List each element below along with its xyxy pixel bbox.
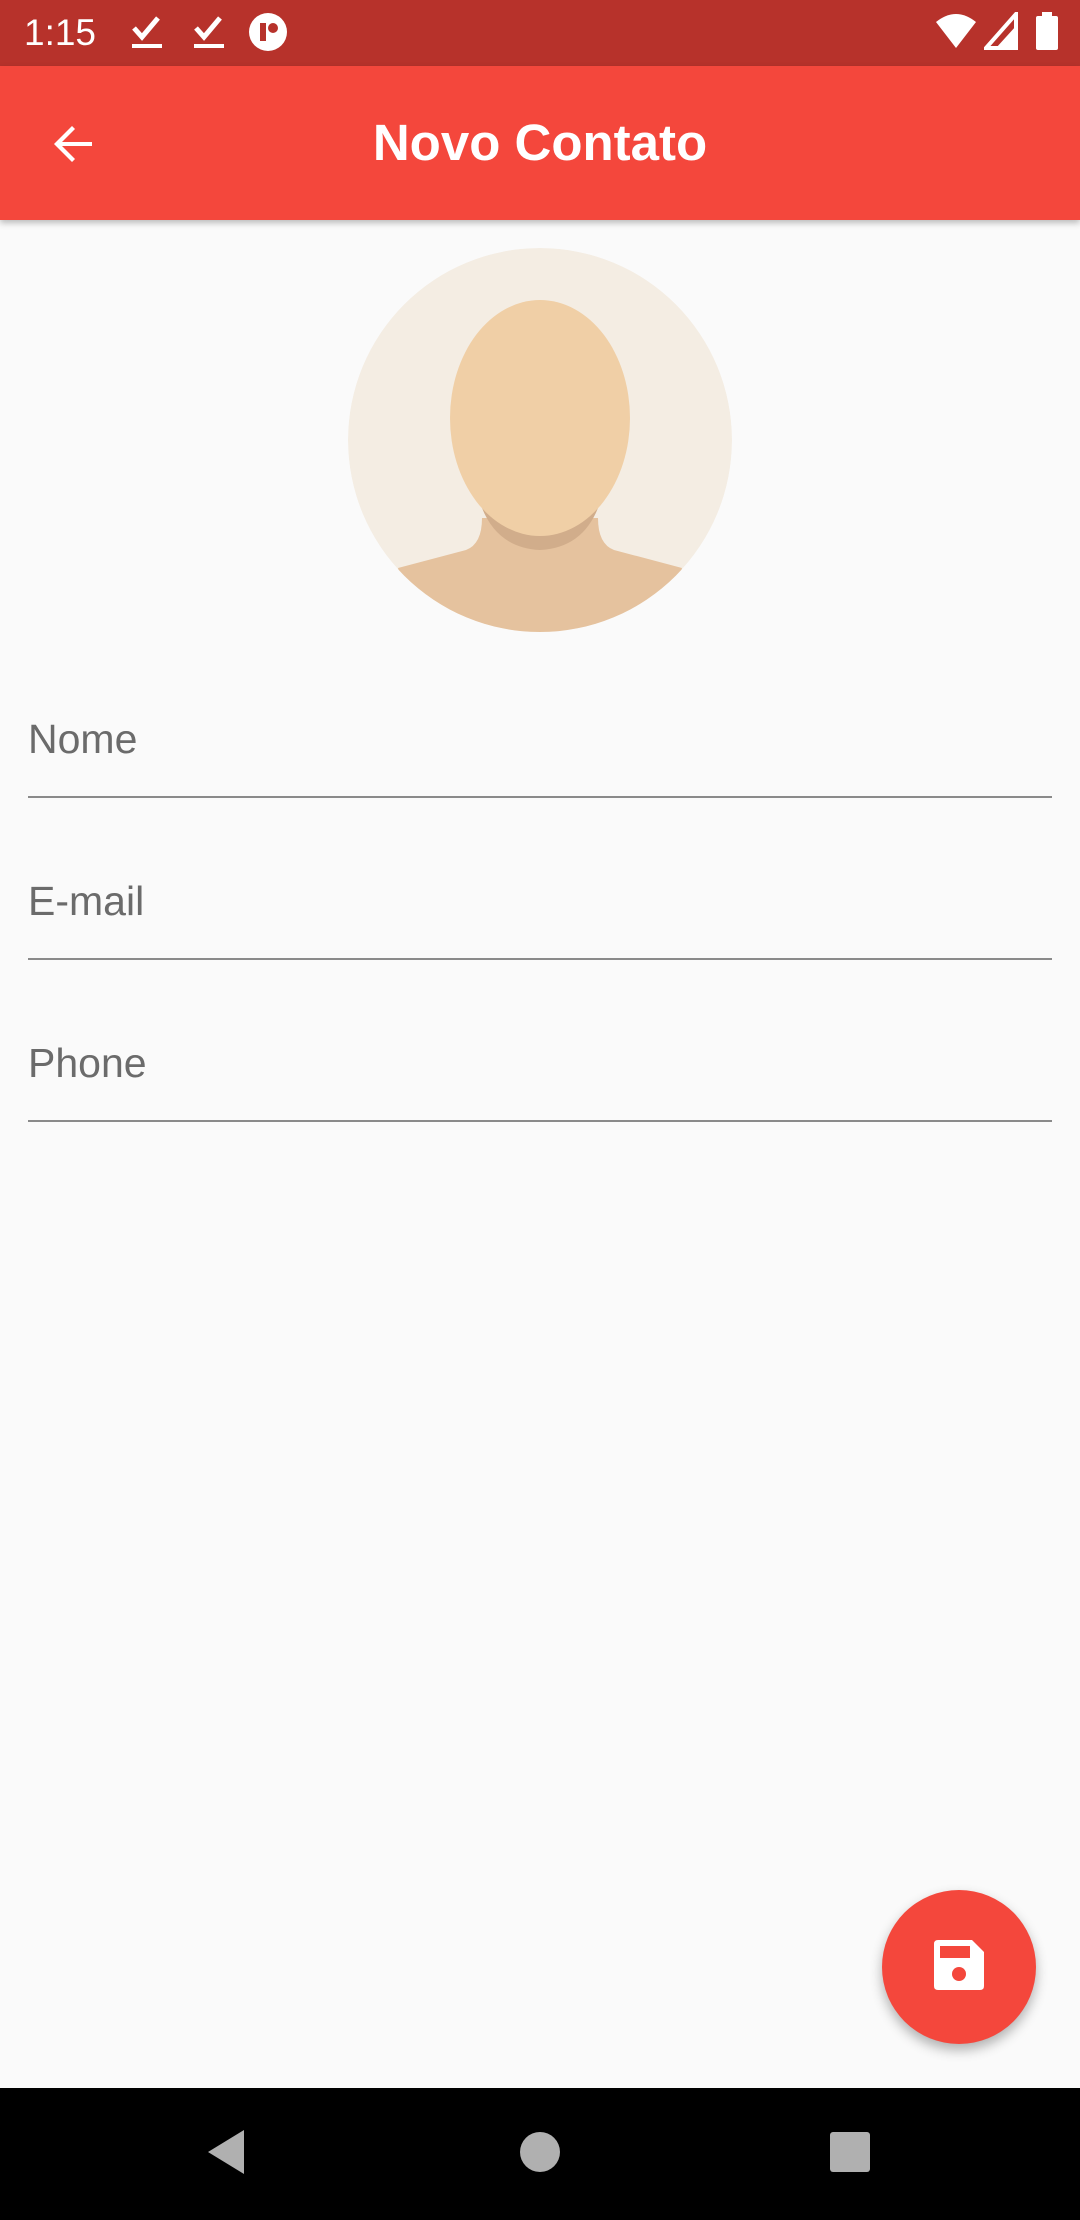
back-triangle-icon xyxy=(204,2128,248,2181)
app-notification-icon xyxy=(248,12,288,57)
signal-icon xyxy=(981,8,1018,57)
check-download-icon xyxy=(192,12,226,57)
system-nav-bar xyxy=(0,2088,1080,2220)
nav-back-button[interactable] xyxy=(146,2088,306,2220)
contact-avatar[interactable] xyxy=(348,248,732,632)
back-button[interactable] xyxy=(34,106,114,186)
wifi-icon xyxy=(934,12,978,57)
status-time: 1:15 xyxy=(24,12,97,53)
default-person-avatar-icon xyxy=(348,248,732,632)
name-field-label: Nome xyxy=(28,716,138,762)
phone-field[interactable]: Phone xyxy=(28,1000,1052,1122)
nav-home-button[interactable] xyxy=(460,2088,620,2220)
check-download-icon xyxy=(130,12,164,57)
phone-field-label: Phone xyxy=(28,1040,147,1086)
nav-recents-button[interactable] xyxy=(770,2088,930,2220)
home-circle-icon xyxy=(519,2131,561,2178)
recents-square-icon xyxy=(829,2131,871,2178)
page-title: Novo Contato xyxy=(372,114,708,171)
save-icon xyxy=(932,1938,986,1997)
battery-icon xyxy=(1036,12,1058,57)
save-button[interactable] xyxy=(882,1890,1036,2044)
name-field[interactable]: Nome xyxy=(28,676,1052,798)
app-bar: Novo Contato xyxy=(0,66,1080,220)
arrow-back-icon xyxy=(50,120,98,173)
status-bar: 1:15 xyxy=(0,0,1080,66)
email-field-label: E-mail xyxy=(28,878,145,924)
email-field[interactable]: E-mail xyxy=(28,838,1052,960)
